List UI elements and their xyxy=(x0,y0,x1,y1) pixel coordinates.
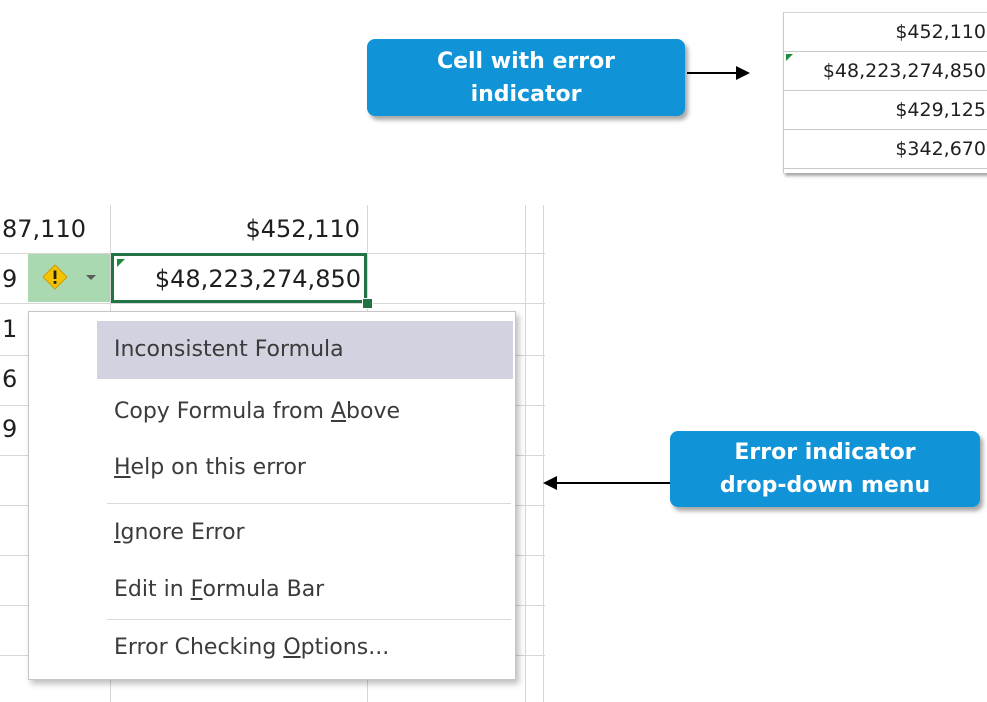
arrow-to-dropdown-menu xyxy=(556,482,670,484)
menu-item-label: bove xyxy=(346,399,400,424)
callout-line-1: Cell with error xyxy=(436,48,616,74)
menu-item-label: gnore Error xyxy=(120,520,245,545)
menu-item-label: Copy Formula from xyxy=(114,399,331,424)
gridline xyxy=(543,205,544,702)
gridline xyxy=(0,303,545,304)
error-indicator-button[interactable] xyxy=(28,254,110,302)
menu-item-label: Inconsistent Formula xyxy=(114,337,344,362)
warning-icon[interactable] xyxy=(42,264,68,290)
menu-item-accesskey: O xyxy=(283,635,301,660)
menu-item-copy-formula-from-above[interactable]: Copy Formula from Above xyxy=(97,383,513,441)
cell-a4[interactable]: 6 xyxy=(2,365,17,393)
mini-cell-value: $342,670 xyxy=(895,138,986,160)
menu-item-inconsistent-formula: Inconsistent Formula xyxy=(97,321,513,379)
fill-handle[interactable] xyxy=(362,298,373,309)
menu-item-accesskey: H xyxy=(114,455,131,480)
error-triangle-icon xyxy=(786,54,793,61)
callout-line-1: Error indicator xyxy=(734,440,916,465)
menu-item-label: ptions... xyxy=(300,635,390,660)
menu-item-edit-in-formula-bar[interactable]: Edit in Formula Bar xyxy=(97,561,513,619)
arrow-head-left xyxy=(543,476,557,490)
cell-a3[interactable]: 1 xyxy=(2,315,17,343)
mini-row: $452,110 xyxy=(784,13,987,52)
menu-item-label: Error Checking xyxy=(114,635,284,660)
arrow-to-error-cell xyxy=(687,72,737,74)
gridline xyxy=(525,205,526,702)
menu-item-accesskey: A xyxy=(330,399,347,424)
menu-item-help-on-this-error[interactable]: Help on this error xyxy=(97,439,513,497)
cell-b1[interactable]: $452,110 xyxy=(245,215,360,243)
mini-row-error: $48,223,274,850 xyxy=(784,52,987,91)
error-indicator-dropdown-menu: Inconsistent Formula Copy Formula from A… xyxy=(28,311,516,680)
mini-cell-value: $48,223,274,850 xyxy=(822,60,986,82)
cell-a1[interactable]: 87,110 xyxy=(2,215,86,243)
mini-row: $342,670 xyxy=(784,130,987,169)
mini-table: $452,110 $48,223,274,850 $429,125 $342,6… xyxy=(783,12,987,173)
arrow-head-right xyxy=(736,66,750,80)
cell-a5[interactable]: 9 xyxy=(2,415,17,443)
callout-line-2: drop-down menu xyxy=(719,473,931,498)
menu-item-error-checking-options[interactable]: Error Checking Options... xyxy=(97,619,513,677)
cell-b2[interactable]: $48,223,274,850 xyxy=(155,265,361,293)
chevron-down-icon[interactable] xyxy=(86,275,96,280)
callout-error-indicator-dropdown: Error indicator drop-down menu xyxy=(670,431,980,507)
cell-a2[interactable]: 9 xyxy=(2,265,17,293)
mini-row: $429,125 xyxy=(784,91,987,130)
menu-item-label: ormula Bar xyxy=(202,577,325,602)
mini-cell-value: $452,110 xyxy=(895,21,986,43)
mini-cell-value: $429,125 xyxy=(895,99,986,121)
callout-cell-with-error: Cell with error indicator xyxy=(367,39,685,116)
error-triangle-icon xyxy=(117,259,125,267)
menu-item-ignore-error[interactable]: Ignore Error xyxy=(97,504,513,562)
menu-item-label: Edit in xyxy=(114,577,191,602)
callout-line-2: indicator xyxy=(470,81,582,107)
menu-item-accesskey: F xyxy=(190,577,203,602)
menu-item-label: elp on this error xyxy=(130,455,306,480)
